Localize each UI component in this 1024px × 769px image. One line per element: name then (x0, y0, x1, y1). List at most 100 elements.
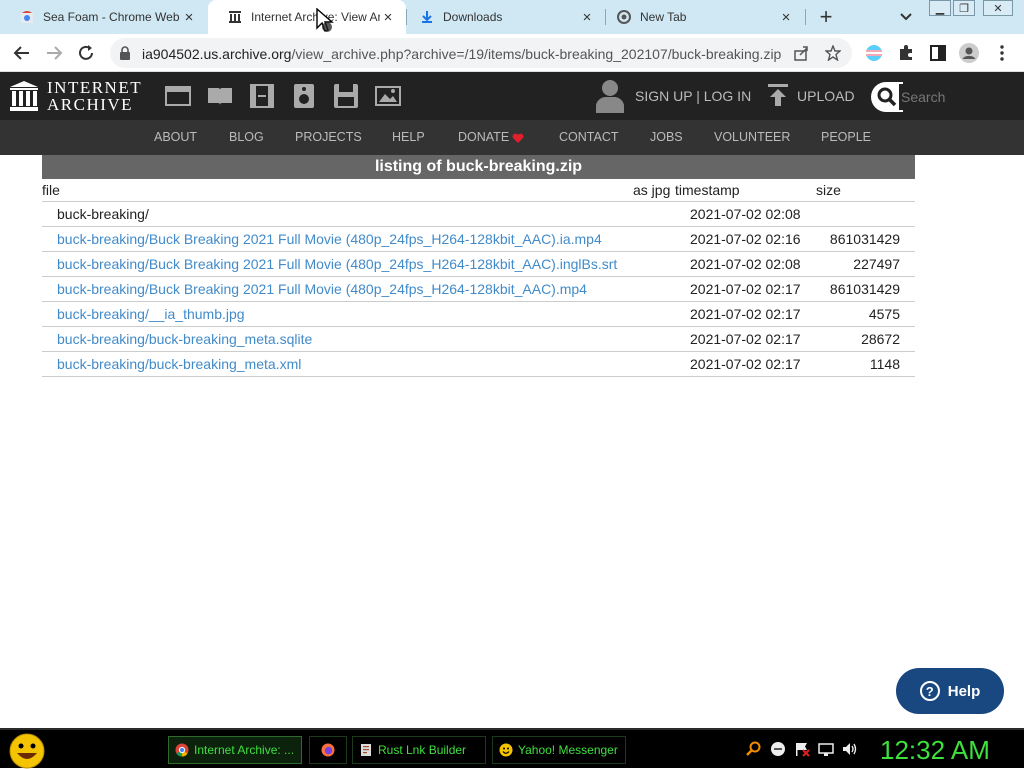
timestamp-cell: 2021-07-02 02:16 (675, 226, 816, 252)
taskbar-item-yahoo-messenger[interactable]: Yahoo! Messenger (492, 736, 626, 764)
as-jpg-cell (633, 226, 675, 252)
nav-donate[interactable]: DONATE (458, 130, 509, 144)
web-archive-icon[interactable] (165, 84, 191, 108)
archive-listing: listing of buck-breaking.zip file as jpg… (42, 155, 915, 377)
size-cell (816, 201, 915, 227)
file-link[interactable]: buck-breaking/Buck Breaking 2021 Full Mo… (57, 281, 587, 297)
chrome-icon (617, 10, 631, 24)
volume-tray-icon[interactable] (842, 741, 858, 757)
ia-wordmark-line2: ARCHIVE (47, 95, 134, 114)
table-row: buck-breaking/ 2021-07-02 02:08 (42, 201, 915, 227)
donate-heart-icon (512, 133, 524, 143)
tab-downloads[interactable]: Downloads × (400, 0, 605, 34)
tab-title: Sea Foam - Chrome Web (43, 10, 180, 24)
taskbar-item-chrome[interactable]: Internet Archive: ... (168, 736, 302, 764)
user-account-icon[interactable] (596, 79, 624, 113)
timestamp-cell: 2021-07-02 02:17 (675, 301, 816, 327)
ia-wordmark-line1: INTERNET (47, 78, 143, 97)
upload-icon[interactable] (767, 83, 789, 107)
audio-speaker-icon[interactable] (291, 84, 317, 108)
chat-tray-icon[interactable] (770, 741, 786, 757)
software-floppy-icon[interactable] (333, 84, 359, 108)
tab-sea-foam[interactable]: Sea Foam - Chrome Web × (0, 0, 207, 34)
table-row: buck-breaking/Buck Breaking 2021 Full Mo… (42, 251, 915, 277)
url-host: ia904502.us.archive.org (142, 46, 292, 62)
as-jpg-cell (633, 301, 675, 327)
document-icon (361, 744, 371, 756)
reload-button[interactable] (74, 41, 98, 65)
minimize-window-button[interactable]: ▁ (929, 0, 951, 16)
images-icon[interactable] (375, 84, 401, 108)
ia-wordmark[interactable]: INTERNET ARCHIVE (47, 79, 142, 113)
new-tab-button[interactable]: + (815, 4, 837, 29)
size-cell: 861031429 (816, 276, 915, 302)
help-button[interactable]: ? Help (896, 668, 1004, 714)
flag-extension-icon[interactable] (864, 43, 884, 63)
taskbar-item-label: Yahoo! Messenger (518, 743, 618, 757)
nav-help[interactable]: HELP (392, 130, 425, 144)
file-link[interactable]: buck-breaking/Buck Breaking 2021 Full Mo… (57, 256, 617, 272)
signup-login-link[interactable]: SIGN UP | LOG IN (635, 88, 751, 104)
file-link[interactable]: buck-breaking/buck-breaking_meta.sqlite (57, 331, 312, 347)
back-arrow-icon (13, 46, 29, 60)
as-jpg-cell (633, 276, 675, 302)
nav-blog[interactable]: BLOG (229, 130, 264, 144)
chevron-down-icon (900, 13, 912, 21)
search-icon (877, 87, 897, 107)
taskbar-clock[interactable]: 12:32 AM (880, 735, 990, 766)
file-link[interactable]: buck-breaking/__ia_thumb.jpg (57, 306, 245, 322)
bookmark-star-icon[interactable] (825, 45, 841, 61)
ia-search-input[interactable] (899, 84, 999, 110)
share-icon[interactable] (793, 45, 809, 61)
nav-jobs[interactable]: JOBS (650, 130, 683, 144)
texts-book-icon[interactable] (207, 84, 233, 108)
side-panel-icon[interactable] (928, 43, 948, 63)
tab-new-tab[interactable]: New Tab × (597, 0, 804, 34)
nav-contact[interactable]: CONTACT (559, 130, 619, 144)
close-tab-icon[interactable]: × (181, 9, 197, 26)
url-path: /view_archive.php?archive=/19/items/buck… (291, 46, 782, 62)
close-tab-icon[interactable]: × (778, 9, 794, 26)
firefox-icon (321, 743, 335, 757)
nav-about[interactable]: ABOUT (154, 130, 197, 144)
size-cell: 4575 (816, 301, 915, 327)
taskbar-item-firefox[interactable] (309, 736, 347, 764)
question-mark-icon: ? (919, 681, 940, 701)
restore-window-button[interactable]: ❐ (953, 0, 975, 16)
as-jpg-cell (633, 326, 675, 352)
profile-avatar-icon[interactable] (959, 43, 979, 63)
taskbar-item-rust-lnk-builder[interactable]: Rust Lnk Builder (352, 736, 486, 764)
tab-search-button[interactable] (895, 6, 917, 28)
close-tab-icon[interactable]: × (380, 9, 396, 26)
extensions-puzzle-icon[interactable] (896, 43, 916, 63)
back-button[interactable] (10, 41, 34, 65)
close-window-button[interactable]: ✕ (983, 0, 1013, 16)
timestamp-cell: 2021-07-02 02:08 (675, 251, 816, 277)
listing-title: listing of buck-breaking.zip (42, 155, 915, 179)
forward-arrow-icon (47, 46, 63, 60)
size-cell: 1148 (816, 351, 915, 377)
address-bar[interactable]: ia904502.us.archive.org/view_archive.php… (110, 38, 852, 68)
upload-link[interactable]: UPLOAD (797, 88, 855, 104)
internet-archive-logo-icon[interactable] (10, 81, 38, 111)
timestamp-cell: 2021-07-02 02:17 (675, 351, 816, 377)
table-row: buck-breaking/Buck Breaking 2021 Full Mo… (42, 276, 915, 302)
nav-projects[interactable]: PROJECTS (295, 130, 362, 144)
table-header-row: file as jpg timestamp size (42, 179, 915, 202)
file-link[interactable]: buck-breaking/buck-breaking_meta.xml (57, 356, 301, 372)
file-link[interactable]: buck-breaking/Buck Breaking 2021 Full Mo… (57, 231, 602, 247)
table-row: buck-breaking/buck-breaking_meta.sqlite … (42, 326, 915, 352)
video-film-icon[interactable] (249, 84, 275, 108)
nav-people[interactable]: PEOPLE (821, 130, 871, 144)
tab-strip: Sea Foam - Chrome Web × Internet Archive… (0, 0, 1024, 34)
start-smiley-icon[interactable] (8, 733, 46, 769)
network-tray-icon[interactable] (818, 741, 834, 757)
search-tray-icon[interactable] (746, 741, 762, 757)
browser-menu-icon[interactable] (992, 43, 1012, 63)
action-center-flag-icon[interactable] (794, 741, 810, 757)
tab-internet-archive[interactable]: Internet Archive: View Archive × (208, 0, 406, 34)
reload-icon (79, 45, 93, 60)
close-tab-icon[interactable]: × (579, 9, 595, 26)
nav-volunteer[interactable]: VOLUNTEER (714, 130, 790, 144)
forward-button[interactable] (42, 41, 66, 65)
